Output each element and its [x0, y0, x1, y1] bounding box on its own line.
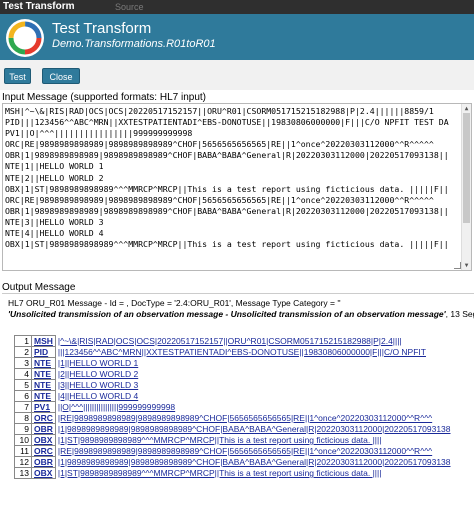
segment-fields-link[interactable]: |2||HELLO WORLD 2: [54, 368, 453, 380]
table-row: 6 NTE |4||HELLO WORLD 4: [14, 390, 453, 402]
segment-index: 7: [14, 401, 32, 413]
segment-name-link[interactable]: NTE: [31, 368, 56, 380]
segment-index: 10: [14, 434, 32, 446]
page-subtitle: Demo.Transformations.R01toR01: [52, 38, 216, 50]
segment-fields-link[interactable]: |4||HELLO WORLD 4: [54, 390, 453, 402]
segment-fields-link[interactable]: |1||HELLO WORLD 1: [54, 357, 453, 369]
segment-name-link[interactable]: NTE: [31, 390, 56, 402]
segment-fields-link[interactable]: |1|ST|9898989898989^^^MMRCP^MRCP||This i…: [54, 467, 453, 479]
input-message-label: Input Message (supported formats: HL7 in…: [2, 92, 206, 103]
table-row: 2 PID |||123456^^ABC^MRN||XXTESTPATIENTADI…: [14, 346, 453, 358]
input-scrollbar[interactable]: ▲ ▼: [461, 104, 471, 270]
segment-fields-link[interactable]: |3||HELLO WORLD 3: [54, 379, 453, 391]
segment-index: 13: [14, 467, 32, 479]
message-description-text: 'Unsolicited transmission of an observat…: [8, 309, 446, 319]
message-info-line: HL7 ORU_R01 Message - Id = , DocType = '…: [8, 298, 341, 308]
segment-index: 3: [14, 357, 32, 369]
segment-index: 4: [14, 368, 32, 380]
table-row: 8 ORC |RE|9898989898989|9898989898989^CHOF…: [14, 412, 453, 424]
segment-fields-link[interactable]: |1|ST|9898989898989^^^MMRCP^MRCP||This i…: [54, 434, 453, 446]
window-title: Test Transform: [3, 1, 75, 12]
segment-count-text: , 13 Segm: [445, 309, 474, 319]
resize-handle-icon[interactable]: [454, 262, 461, 269]
toolbar: Test Close: [0, 60, 474, 90]
input-line: NTE|3||HELLO WORLD 3: [5, 216, 104, 227]
table-row: 12 OBR |1|9898989898989|9898989898989^CHOF…: [14, 456, 453, 468]
output-message-label: Output Message: [2, 282, 76, 293]
table-row: 5 NTE |3||HELLO WORLD 3: [14, 379, 453, 391]
segment-name-link[interactable]: NTE: [31, 379, 56, 391]
input-message-lines: MSH|^~\&|RIS|RAD|OCS|OCS|20220517152157|…: [5, 106, 471, 250]
table-row: 7 PV1 ||O|^^^||||||||||||||||999999999998: [14, 401, 453, 413]
input-line: ORC|RE|9898989898989|9898989898989^CHOF|…: [5, 194, 434, 205]
segment-name-link[interactable]: OBX: [31, 467, 56, 479]
input-line: ORC|RE|9898989898989|9898989898989^CHOF|…: [5, 139, 434, 150]
input-line: OBX|1|ST|9898989898989^^^MMRCP^MRCP||Thi…: [5, 239, 449, 250]
input-line: OBR|1|9898989898989|9898989898989^CHOF|B…: [5, 205, 449, 216]
app-header: Test Transform Demo.Transformations.R01t…: [0, 14, 474, 60]
segment-name-link[interactable]: OBR: [31, 423, 56, 435]
segment-name-link[interactable]: PV1: [31, 401, 56, 413]
segment-index: 6: [14, 390, 32, 402]
window-ghost-text: Source: [115, 2, 144, 12]
table-row: 4 NTE |2||HELLO WORLD 2: [14, 368, 453, 380]
input-line: MSH|^~\&|RIS|RAD|OCS|OCS|20220517152157|…: [5, 106, 434, 116]
input-line: PV1||O|^^^||||||||||||||||999999999998: [5, 128, 193, 139]
segment-index: 8: [14, 412, 32, 424]
table-row: 3 NTE |1||HELLO WORLD 1: [14, 357, 453, 369]
transform-logo-icon: [6, 19, 44, 57]
table-row: 9 OBR |1|9898989898989|9898989898989^CHOF|…: [14, 423, 453, 435]
message-description: 'Unsolicited transmission of an observat…: [8, 309, 474, 319]
segment-index: 9: [14, 423, 32, 435]
input-line: NTE|2||HELLO WORLD 2: [5, 172, 104, 183]
scroll-down-icon[interactable]: ▼: [462, 261, 471, 270]
segment-name-link[interactable]: ORC: [31, 412, 56, 424]
segment-fields-link[interactable]: |RE|9898989898989|9898989898989^CHOF|565…: [54, 445, 453, 457]
close-button[interactable]: Close: [42, 68, 80, 84]
table-row: 1 MSH |^~\&|RIS|RAD|OCS|OCS|20220517152157…: [14, 335, 453, 347]
segment-index: 2: [14, 346, 32, 358]
window-titlebar: Test Transform Source: [0, 0, 474, 14]
input-message-textarea[interactable]: MSH|^~\&|RIS|RAD|OCS|OCS|20220517152157|…: [2, 103, 472, 271]
input-line: OBX|1|ST|9898989898989^^^MMRCP^MRCP||Thi…: [5, 183, 449, 194]
input-line: PID|||123456^^ABC^MRN||XXTESTPATIENTADI^…: [5, 117, 449, 128]
segment-name-link[interactable]: MSH: [31, 335, 56, 347]
segment-fields-link[interactable]: |1|9898989898989|9898989898989^CHOF|BABA…: [54, 423, 453, 435]
segment-index: 12: [14, 456, 32, 468]
input-line: NTE|4||HELLO WORLD 4: [5, 228, 104, 239]
segment-index: 1: [14, 335, 32, 347]
page-title: Test Transform: [52, 20, 152, 37]
segment-name-link[interactable]: ORC: [31, 445, 56, 457]
scroll-thumb[interactable]: [463, 113, 470, 223]
segment-fields-link[interactable]: |1|9898989898989|9898989898989^CHOF|BABA…: [54, 456, 453, 468]
segment-table: 1 MSH |^~\&|RIS|RAD|OCS|OCS|20220517152157…: [14, 335, 453, 479]
test-button[interactable]: Test: [4, 68, 31, 84]
table-row: 10 OBX |1|ST|9898989898989^^^MMRCP^MRCP||T…: [14, 434, 453, 446]
input-line: OBR|1|9898989898989|9898989898989^CHOF|B…: [5, 150, 449, 161]
input-line: NTE|1||HELLO WORLD 1: [5, 161, 104, 172]
segment-fields-link[interactable]: |^~\&|RIS|RAD|OCS|OCS|20220517152157||OR…: [54, 335, 453, 347]
segment-fields-link[interactable]: |RE|9898989898989|9898989898989^CHOF|565…: [54, 412, 453, 424]
segment-name-link[interactable]: NTE: [31, 357, 56, 369]
segment-index: 5: [14, 379, 32, 391]
segment-fields-link[interactable]: ||O|^^^||||||||||||||||999999999998: [54, 401, 453, 413]
segment-name-link[interactable]: PID: [31, 346, 56, 358]
segment-name-link[interactable]: OBX: [31, 434, 56, 446]
scroll-up-icon[interactable]: ▲: [462, 104, 471, 113]
segment-name-link[interactable]: OBR: [31, 456, 56, 468]
table-row: 11 ORC |RE|9898989898989|9898989898989^CHO…: [14, 445, 453, 457]
segment-fields-link[interactable]: |||123456^^ABC^MRN||XXTESTPATIENTADI^EBS…: [54, 346, 453, 358]
output-message-panel: HL7 ORU_R01 Message - Id = , DocType = '…: [2, 293, 474, 508]
table-row: 13 OBX |1|ST|9898989898989^^^MMRCP^MRCP||T…: [14, 467, 453, 479]
segment-index: 11: [14, 445, 32, 457]
